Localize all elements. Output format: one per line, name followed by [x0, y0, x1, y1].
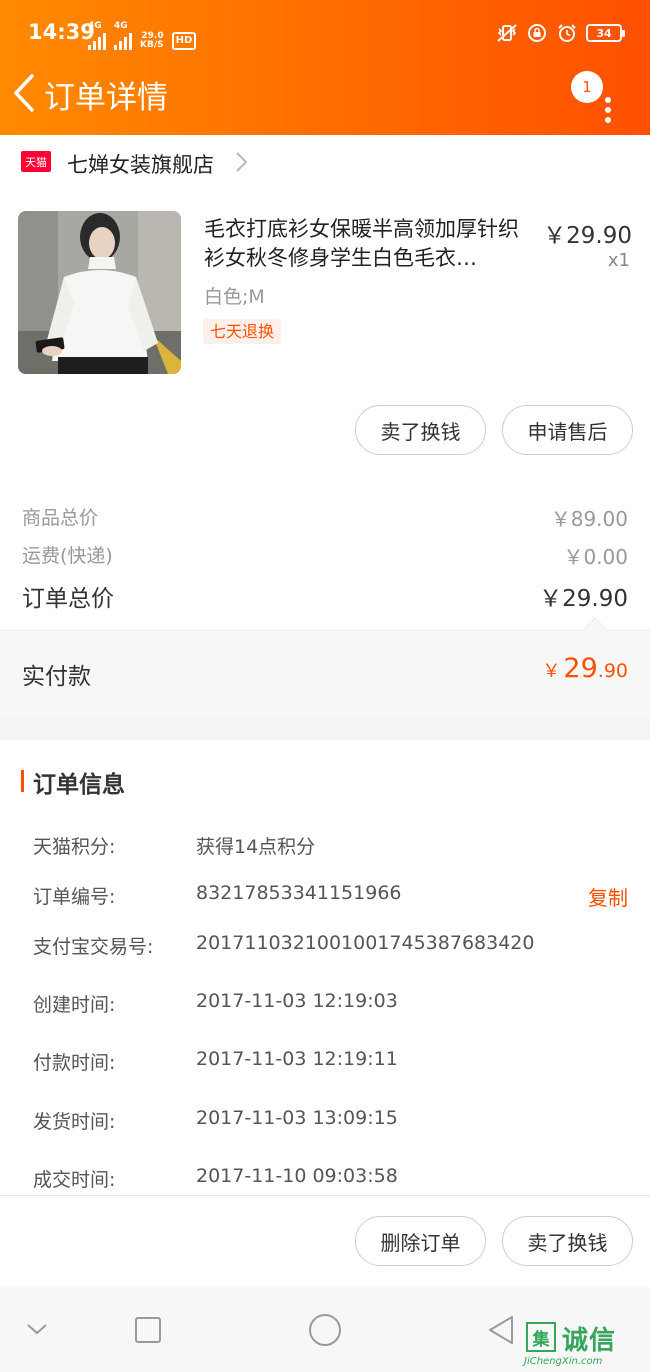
shipping-label: 运费(快递) [22, 545, 113, 567]
info-row-paid-time: 付款时间: 2017-11-03 12:19:11 [33, 1048, 628, 1078]
section-accent-bar [21, 770, 24, 792]
product-quantity: x1 [607, 250, 630, 271]
seven-day-return-tag: 七天退换 [203, 319, 282, 344]
info-value: 获得14点积分 [196, 836, 316, 858]
message-count-badge: 1 [571, 71, 603, 103]
currency-symbol: ￥ [542, 661, 561, 682]
footer-action-bar: 删除订单 卖了换钱 [0, 1195, 650, 1287]
home-circle-icon[interactable] [308, 1313, 342, 1347]
sell-for-cash-button[interactable]: 卖了换钱 [355, 405, 486, 455]
signal-icon [88, 32, 106, 50]
back-button[interactable] [10, 70, 40, 116]
product-sku: 白色;M [204, 286, 265, 308]
info-key: 订单编号: [33, 886, 116, 908]
chevron-left-icon [14, 74, 34, 112]
title-bar: 订单详情 1 [0, 66, 650, 135]
order-card: 天猫 七婵女装旗舰店 毛衣打底衫女保暖半高领加厚针织衫女秋冬修身学生白色毛衣… … [0, 135, 650, 630]
status-network-group: 4G 4G 29.0 KB/S HD [88, 21, 197, 50]
actual-payment-amount: ￥ 29 .90 [542, 653, 628, 684]
actual-payment-label: 实付款 [22, 664, 91, 690]
info-row-points: 天猫积分: 获得14点积分 [33, 832, 628, 862]
status-bar: 14:39 4G 4G 29.0 KB/S HD 34 [0, 0, 650, 66]
speed-unit: KB/S [140, 40, 164, 50]
info-row-alipay-trade-no: 支付宝交易号: 2017110321001001745387683420 [33, 932, 628, 962]
watermark-logo: 集 诚信 JiChengXin.com [522, 1318, 640, 1372]
battery-icon: 34 [586, 24, 625, 42]
footer-sell-for-cash-button[interactable]: 卖了换钱 [502, 1216, 633, 1266]
info-row-order-number: 订单编号: 83217853341151966 复制 [33, 882, 628, 912]
info-key: 发货时间: [33, 1111, 116, 1133]
goods-total-value: ￥89.00 [550, 507, 628, 531]
info-row-created-time: 创建时间: 2017-11-03 12:19:03 [33, 990, 628, 1020]
app-header: 14:39 4G 4G 29.0 KB/S HD 34 订单详情 1 [0, 0, 650, 135]
info-row-shipped-time: 发货时间: 2017-11-03 13:09:15 [33, 1107, 628, 1137]
lock-rotation-icon [526, 22, 548, 44]
recents-square-icon[interactable] [134, 1316, 162, 1344]
watermark-mark: 集 [526, 1322, 556, 1352]
network-type-2: 4G [114, 21, 128, 31]
amount-integer: 29 [563, 653, 598, 684]
product-image[interactable] [18, 211, 181, 374]
info-value: 2017-11-03 12:19:03 [196, 990, 398, 1012]
info-row-completed-time: 成交时间: 2017-11-10 09:03:58 [33, 1165, 628, 1195]
goods-total-label: 商品总价 [22, 507, 99, 529]
shipping-value: ￥0.00 [563, 545, 628, 569]
info-value: 2017110321001001745387683420 [196, 932, 535, 954]
status-system-group: 34 [496, 22, 625, 44]
actual-payment-row: 实付款 ￥ 29 .90 [0, 617, 650, 718]
signal-icon-2 [114, 32, 132, 50]
shop-row[interactable]: 天猫 七婵女装旗舰店 [0, 135, 650, 191]
order-info-title: 订单信息 [33, 772, 125, 798]
network-type-1: 4G [88, 21, 102, 31]
product-price: ￥29.90 [543, 223, 632, 249]
order-total-row: 订单总价 ￥29.90 [22, 579, 628, 613]
watermark-url: JiChengXin.com [524, 1356, 603, 1367]
info-key: 创建时间: [33, 994, 116, 1016]
shop-name: 七婵女装旗舰店 [67, 153, 214, 177]
nav-collapse-chevron-icon[interactable] [24, 1320, 50, 1338]
info-key: 付款时间: [33, 1052, 116, 1074]
info-key: 天猫积分: [33, 836, 116, 858]
order-total-label: 订单总价 [22, 586, 114, 612]
more-menu-button[interactable]: 1 [571, 71, 620, 127]
order-info-section: 订单信息 天猫积分: 获得14点积分 订单编号: 832178533411519… [0, 740, 650, 1195]
shipping-row: 运费(快递) ￥0.00 [22, 541, 628, 570]
delete-order-button[interactable]: 删除订单 [355, 1216, 486, 1266]
info-value: 2017-11-10 09:03:58 [196, 1165, 398, 1187]
watermark-text: 诚信 [562, 1326, 617, 1356]
page-title: 订单详情 [44, 80, 168, 116]
goods-total-row: 商品总价 ￥89.00 [22, 503, 628, 532]
vibrate-icon [496, 22, 518, 44]
info-key: 成交时间: [33, 1169, 116, 1191]
info-key: 支付宝交易号: [33, 936, 154, 958]
info-value: 2017-11-03 13:09:15 [196, 1107, 398, 1129]
chevron-right-icon [236, 152, 248, 172]
status-time: 14:39 [28, 20, 95, 44]
back-triangle-icon[interactable] [486, 1314, 516, 1346]
order-total-value: ￥29.90 [539, 586, 628, 612]
apply-after-sale-button[interactable]: 申请售后 [502, 405, 633, 455]
alarm-icon [556, 22, 578, 44]
network-speed: 29.0 KB/S [140, 32, 164, 50]
copy-order-number-button[interactable]: 复制 [588, 882, 628, 911]
tmall-badge-icon: 天猫 [21, 151, 51, 172]
hd-voice-icon: HD [171, 32, 197, 50]
product-title[interactable]: 毛衣打底衫女保暖半高领加厚针织衫女秋冬修身学生白色毛衣… [204, 215, 529, 273]
amount-decimal: .90 [597, 660, 628, 682]
info-value: 2017-11-03 12:19:11 [196, 1048, 398, 1070]
info-value: 83217853341151966 [196, 882, 402, 904]
